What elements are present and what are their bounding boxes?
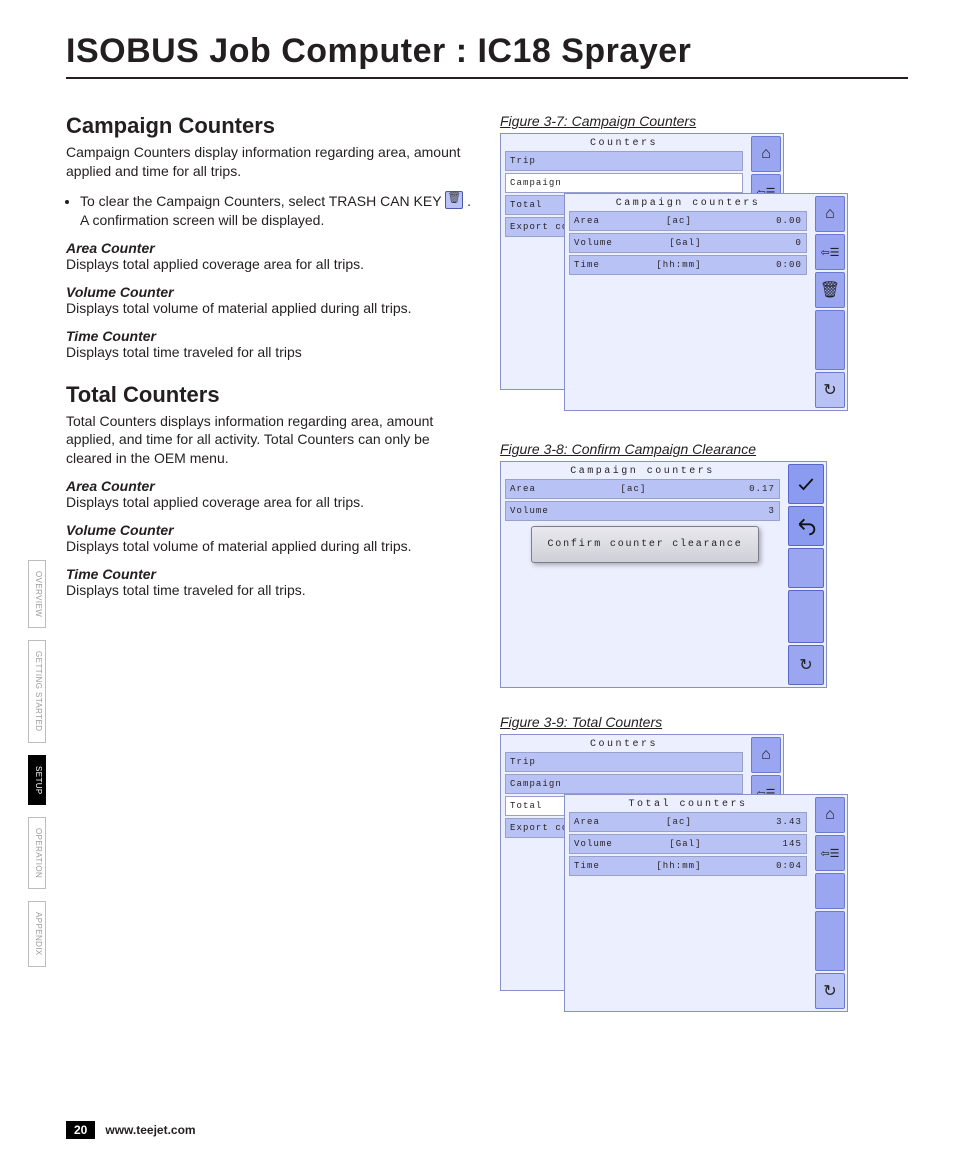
total-heading: Total Counters — [66, 382, 474, 408]
campaign-vol-p: Displays total volume of material applie… — [66, 300, 474, 316]
table-row: Area[ac]0.00 — [569, 211, 807, 231]
table-row: Area[ac]3.43 — [569, 812, 807, 832]
right-column: Figure 3-7: Campaign Counters Counters T… — [500, 113, 908, 1042]
side-tab-overview[interactable]: OVERVIEW — [28, 560, 46, 628]
table-row: Volume3 — [505, 501, 780, 521]
table-row: Area[ac]0.17 — [505, 479, 780, 499]
total-vol-p: Displays total volume of material applie… — [66, 538, 474, 554]
table-row: Time[hh:mm]0:00 — [569, 255, 807, 275]
trash-icon[interactable]: 🗑 — [815, 272, 845, 308]
table-row: Volume[Gal]0 — [569, 233, 807, 253]
campaign-time-p: Displays total time traveled for all tri… — [66, 344, 474, 360]
trash-icon — [445, 191, 463, 209]
page-number: 20 — [66, 1121, 95, 1139]
footer-url: www.teejet.com — [105, 1123, 195, 1137]
fig37-caption: Figure 3-7: Campaign Counters — [500, 113, 908, 129]
total-intro: Total Counters displays information rega… — [66, 412, 474, 469]
refresh-icon[interactable]: ↻ — [815, 973, 845, 1009]
title-rule — [66, 77, 908, 79]
page-title: ISOBUS Job Computer : IC18 Sprayer — [66, 32, 908, 71]
fig38-title: Campaign counters — [501, 466, 784, 477]
total-time-p: Displays total time traveled for all tri… — [66, 582, 474, 598]
list-item[interactable]: Trip — [505, 151, 743, 171]
refresh-icon[interactable]: ↻ — [788, 645, 824, 685]
fig38: Campaign counters Area[ac]0.17 Volume3 C… — [500, 461, 825, 686]
campaign-vol-h: Volume Counter — [66, 284, 474, 300]
fig37-front-panel: Campaign counters Area[ac]0.00 Volume[Ga… — [564, 193, 848, 411]
total-time-h: Time Counter — [66, 566, 474, 582]
side-tab-operation[interactable]: OPERATION — [28, 817, 46, 889]
home-icon[interactable]: ⌂ — [815, 797, 845, 833]
fig39: Counters Trip Campaign Total Export coun… — [500, 734, 860, 1014]
home-icon[interactable]: ⌂ — [751, 136, 781, 172]
fig37-front-title: Campaign counters — [565, 198, 811, 209]
list-item[interactable]: Campaign — [505, 774, 743, 794]
fig39-front-panel: Total counters Area[ac]3.43 Volume[Gal]1… — [564, 794, 848, 1012]
home-icon[interactable]: ⌂ — [815, 196, 845, 232]
refresh-icon[interactable]: ↻ — [815, 372, 845, 408]
empty-button — [788, 590, 824, 643]
campaign-bullet: To clear the Campaign Counters, select T… — [80, 191, 474, 230]
empty-button — [815, 911, 845, 971]
back-icon[interactable]: ⇦☰ — [815, 835, 845, 871]
home-icon[interactable]: ⌂ — [751, 737, 781, 773]
campaign-area-p: Displays total applied coverage area for… — [66, 256, 474, 272]
total-area-p: Displays total applied coverage area for… — [66, 494, 474, 510]
campaign-time-h: Time Counter — [66, 328, 474, 344]
fig37-back-title: Counters — [501, 138, 747, 149]
side-tabs: OVERVIEW GETTING STARTED SETUP OPERATION… — [28, 560, 46, 979]
check-icon[interactable] — [788, 464, 824, 504]
side-tab-appendix[interactable]: APPENDIX — [28, 901, 46, 967]
campaign-heading: Campaign Counters — [66, 113, 474, 139]
empty-button — [788, 548, 824, 588]
table-row: Volume[Gal]145 — [569, 834, 807, 854]
fig39-front-title: Total counters — [565, 799, 811, 810]
list-item[interactable]: Trip — [505, 752, 743, 772]
list-item[interactable]: Campaign — [505, 173, 743, 193]
left-column: Campaign Counters Campaign Counters disp… — [66, 113, 474, 1042]
total-vol-h: Volume Counter — [66, 522, 474, 538]
campaign-area-h: Area Counter — [66, 240, 474, 256]
back-icon[interactable]: ⇦☰ — [815, 234, 845, 270]
undo-icon[interactable] — [788, 506, 824, 546]
bullet-front: To clear the Campaign Counters, select T… — [80, 193, 445, 209]
table-row: Time[hh:mm]0:04 — [569, 856, 807, 876]
side-tab-setup[interactable]: SETUP — [28, 755, 46, 806]
campaign-intro: Campaign Counters display information re… — [66, 143, 474, 181]
fig39-back-title: Counters — [501, 739, 747, 750]
total-area-h: Area Counter — [66, 478, 474, 494]
empty-button — [815, 873, 845, 909]
fig37: Counters Trip Campaign Total Export coun… — [500, 133, 860, 413]
side-tab-getting-started[interactable]: GETTING STARTED — [28, 640, 46, 742]
empty-button — [815, 310, 845, 370]
fig39-caption: Figure 3-9: Total Counters — [500, 714, 908, 730]
fig38-caption: Figure 3-8: Confirm Campaign Clearance — [500, 441, 908, 457]
confirm-dialog: Confirm counter clearance — [531, 526, 759, 563]
fig38-panel: Campaign counters Area[ac]0.17 Volume3 C… — [500, 461, 827, 688]
